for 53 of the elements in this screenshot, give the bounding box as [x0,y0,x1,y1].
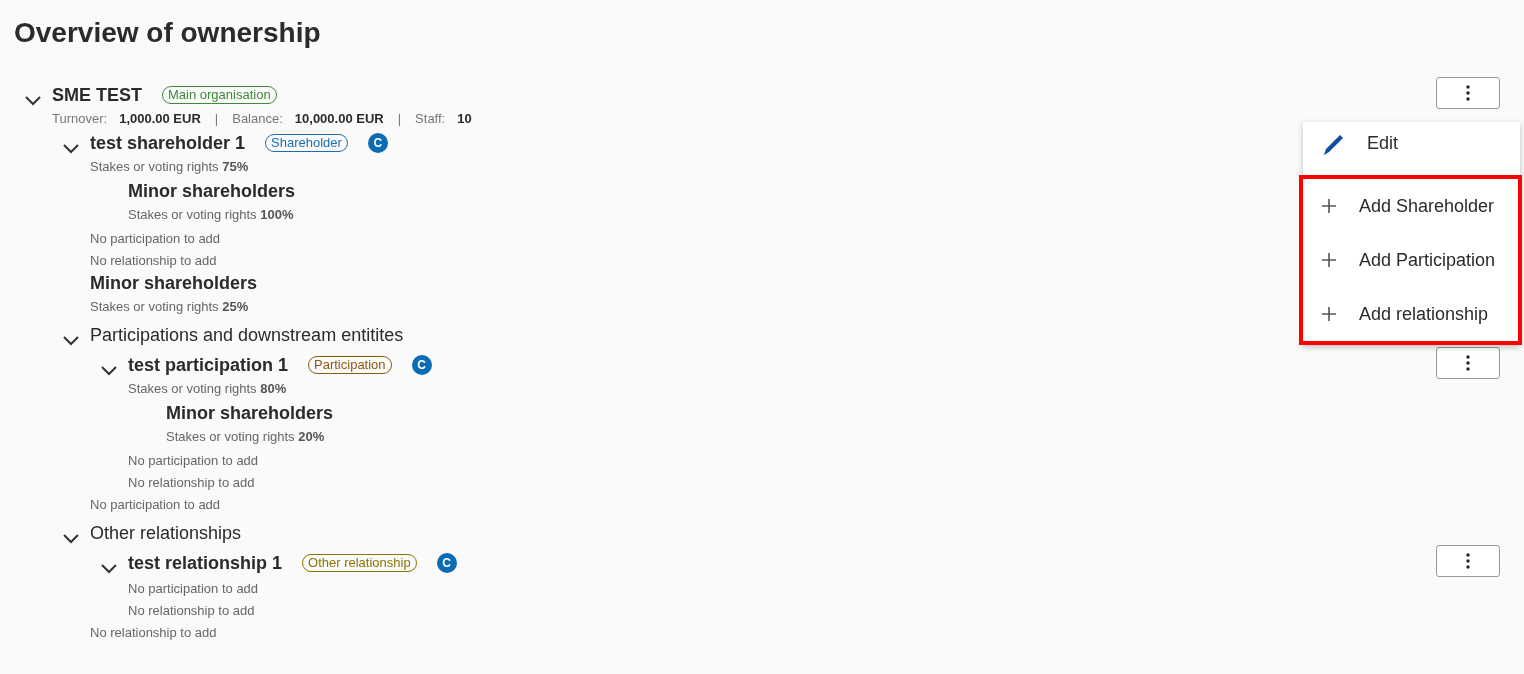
menu-item[interactable]: Add Participation [1303,233,1518,287]
chevron-icon[interactable] [62,532,80,544]
entity-name: SME TEST [52,84,142,106]
metric-value: 10,000.00 EUR [294,110,384,128]
empty-note: No relationship to add [90,252,217,270]
more-icon [1466,355,1470,371]
menu-item[interactable]: Add relationship [1303,287,1518,341]
metric-label: Balance: [232,110,283,128]
empty-note: No participation to add [90,230,221,248]
chevron-icon[interactable] [62,334,80,346]
entity-name: test relationship 1 [128,552,283,574]
metric-label: Turnover: [52,110,108,128]
metric-value: 10 [457,110,472,128]
empty-note: No participation to add [128,452,259,470]
section-title: Other relationships [90,522,242,544]
chevron-icon[interactable] [100,562,118,574]
plus-icon [1321,306,1337,322]
more-button[interactable] [1436,545,1500,577]
entity-name: test participation 1 [128,354,289,376]
metric-value: 1,000.00 EUR [119,110,201,128]
group-title: Minor shareholders [166,402,334,424]
plus-icon [1321,252,1337,268]
empty-note: No relationship to add [90,624,217,642]
more-icon [1466,85,1470,101]
menu-item[interactable]: Edit [1303,122,1520,165]
chevron-icon[interactable] [100,364,118,376]
stake-text: Stakes or voting rights 20% [166,428,325,446]
more-button[interactable] [1436,347,1500,379]
separator: | [397,110,402,128]
stake-text: Stakes or voting rights 100% [128,206,294,224]
plus-icon [1321,198,1337,214]
entity-name: test shareholder 1 [90,132,246,154]
chevron-icon[interactable] [62,142,80,154]
separator: | [214,110,219,128]
empty-note: No relationship to add [128,474,255,492]
empty-note: No participation to add [128,580,259,598]
more-button[interactable] [1436,77,1500,109]
status-badge: C [436,553,457,573]
stake-text: Stakes or voting rights 75% [90,158,249,176]
empty-note: No relationship to add [128,602,255,620]
more-icon [1466,553,1470,569]
status-badge: C [367,133,388,153]
stake-text: Stakes or voting rights 80% [128,380,287,398]
stake-text: Stakes or voting rights 25% [90,298,249,316]
menu-item[interactable]: Add Shareholder [1303,179,1518,233]
group-title: Minor shareholders [128,180,296,202]
chevron-icon[interactable] [24,94,42,106]
status-badge: C [411,355,432,375]
page-title: Overview of ownership [14,16,322,50]
empty-note: No participation to add [90,496,221,514]
group-title: Minor shareholders [90,272,258,294]
section-title: Participations and downstream entitites [90,324,404,346]
metric-label: Staff: [415,110,446,128]
